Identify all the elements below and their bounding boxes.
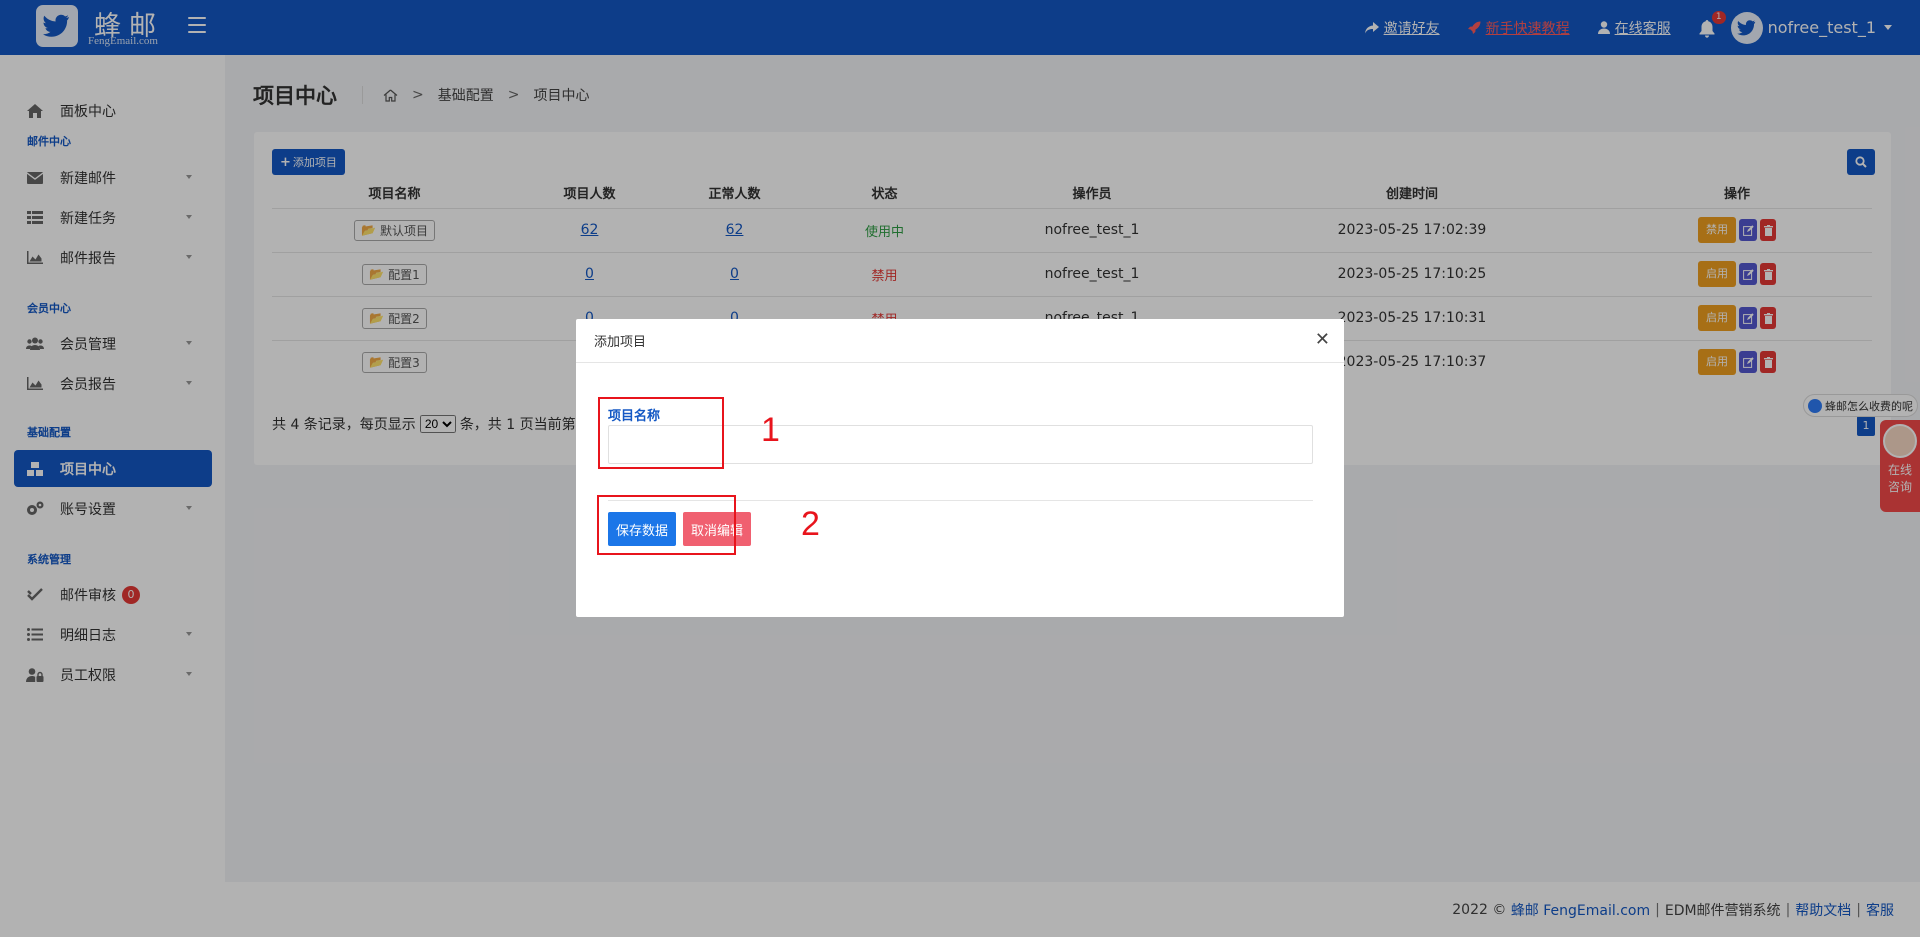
add-project-modal: 添加项目 ✕ 项目名称 保存数据 取消编辑 1 2 — [576, 319, 1344, 617]
annotation-label-1: 1 — [761, 411, 780, 449]
annotation-label-2: 2 — [801, 505, 820, 543]
close-icon[interactable]: ✕ — [1315, 331, 1330, 349]
annotation-box-1 — [598, 397, 724, 469]
modal-title: 添加项目 — [576, 319, 1344, 363]
annotation-box-2 — [597, 495, 736, 555]
